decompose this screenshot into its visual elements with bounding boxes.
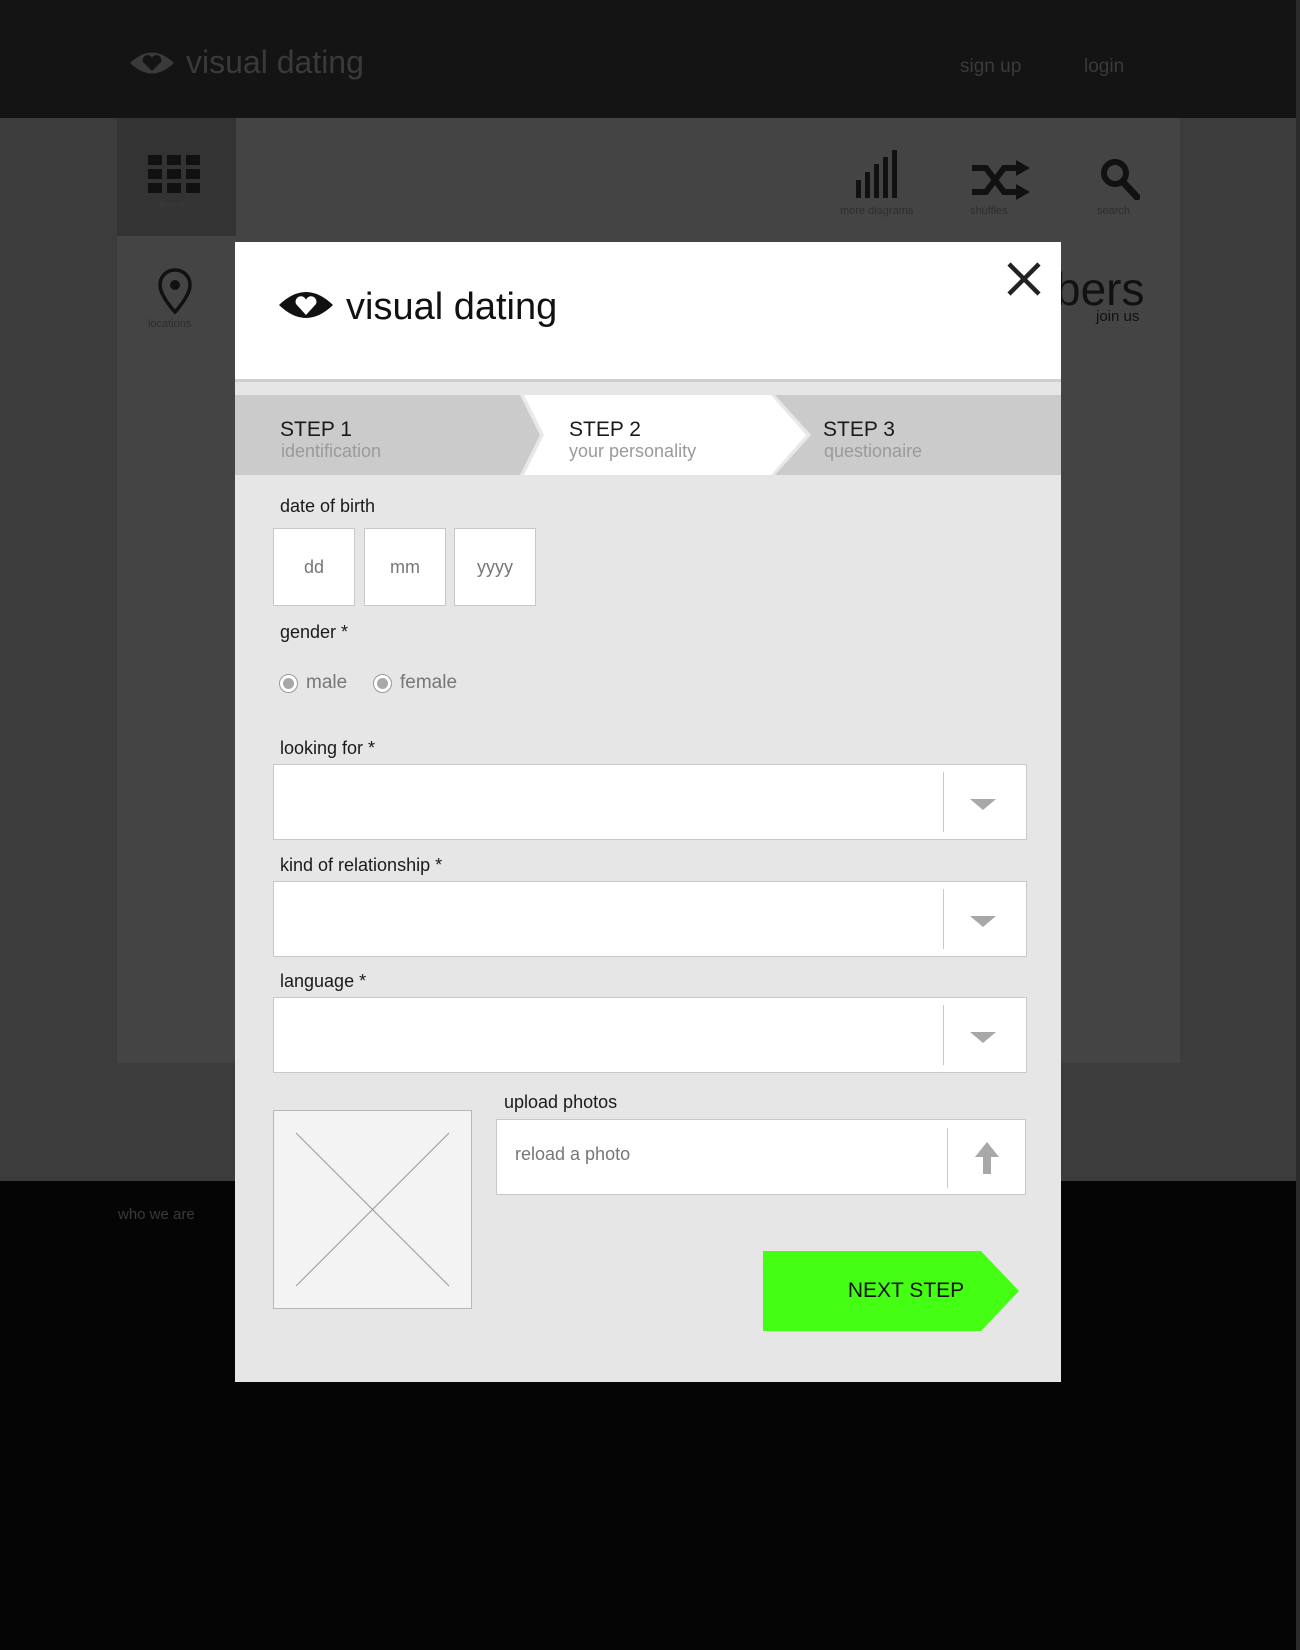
upload-placeholder: reload a photo [515,1144,631,1164]
step-1-label: STEP 1 [280,418,352,441]
eye-heart-icon [278,287,334,328]
language-select[interactable] [273,997,1027,1073]
chevron-down-icon[interactable] [970,1032,996,1043]
relationship-select[interactable] [273,881,1027,957]
step-2-label: STEP 2 [569,418,641,441]
upload-arrow-icon[interactable] [973,1140,1001,1181]
next-step-label: NEXT STEP [847,1279,965,1302]
modal-logo: visual dating [278,286,557,329]
select-divider [943,1005,944,1065]
upload-divider [947,1128,948,1188]
upload-photo-input[interactable]: reload a photo [496,1119,1026,1195]
dob-day-input[interactable]: dd [273,528,355,606]
grid-icon [148,155,200,198]
step-2-sub: your personality [569,441,697,461]
radio-icon [373,673,392,693]
gender-female-label: female [400,672,458,693]
radio-icon [279,673,298,693]
eye-heart-icon [128,48,176,78]
chevron-down-icon[interactable] [970,799,996,810]
shuffles-label: shuffles [970,205,1008,217]
location-pin-icon[interactable] [158,268,192,319]
close-icon[interactable] [1005,260,1043,298]
next-step-button[interactable]: NEXT STEP [763,1251,1019,1331]
language-label: language * [280,971,367,991]
login-link[interactable]: login [1084,56,1124,78]
step-3-sub: questionaire [824,441,923,461]
image-placeholder-icon [273,1110,472,1309]
who-we-are-link[interactable]: who we are [118,1206,195,1223]
page-edge [1296,0,1300,1650]
looking-for-select[interactable] [273,764,1027,840]
step-1-sub: identification [281,441,382,461]
diagrams-label: more diagrams [840,205,914,217]
modal-header: visual dating [235,242,1061,382]
select-divider [943,772,944,832]
shuffle-icon[interactable] [972,160,1030,205]
search-label: search [1097,205,1131,217]
dob-label: date of birth [280,496,376,516]
upload-label: upload photos [504,1092,618,1112]
step-3-label: STEP 3 [823,418,895,441]
modal-logo-text: visual dating [346,286,558,328]
search-icon[interactable] [1100,158,1141,205]
bar-chart-icon[interactable] [856,150,900,203]
dob-year-input[interactable]: yyyy [454,528,536,606]
gender-male-radio[interactable]: male [279,672,347,694]
gender-label: gender * [280,622,349,642]
home-label: home [160,200,186,211]
site-logo[interactable]: visual dating [128,44,364,81]
signup-link[interactable]: sign up [960,56,1021,78]
select-divider [943,889,944,949]
signup-modal: visual dating STEP 1 identification STEP… [235,242,1061,1382]
step-indicator: STEP 1 identification STEP 2 your person… [235,395,1061,475]
looking-for-label: looking for * [280,738,376,758]
gender-female-radio[interactable]: female [373,672,457,694]
locations-label: locations [148,318,192,330]
site-logo-text: visual dating [186,44,364,80]
gender-male-label: male [306,672,348,693]
chevron-down-icon[interactable] [970,916,996,927]
dob-month-input[interactable]: mm [364,528,446,606]
relationship-label: kind of relationship * [280,855,443,875]
join-us-link[interactable]: join us [1096,308,1139,325]
